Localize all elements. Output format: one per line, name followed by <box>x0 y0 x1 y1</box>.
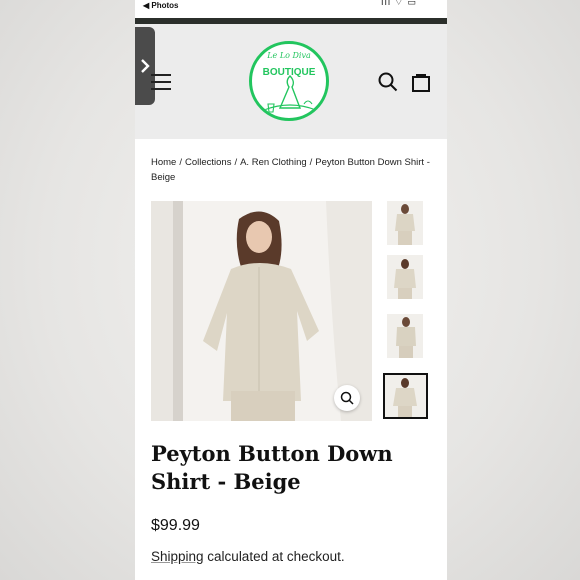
chevron-right-icon <box>141 59 150 73</box>
thumb-photo <box>387 201 423 245</box>
shipping-note: Shipping calculated at checkout. <box>151 549 345 564</box>
logo-script: Le Lo Diva <box>267 51 311 60</box>
cart-bag-icon[interactable] <box>411 72 431 92</box>
thumbnail-4-selected[interactable] <box>383 373 428 419</box>
product-main-image[interactable] <box>151 201 372 421</box>
zoom-button[interactable] <box>334 385 360 411</box>
side-drawer-tab[interactable] <box>135 27 155 105</box>
thumb-photo <box>387 314 423 358</box>
product-price: $99.99 <box>151 517 200 534</box>
phone-screen: ◀ Photos ııl ⌔ ▭ Le Lo Diva BOUTIQUE Hom… <box>135 0 447 580</box>
breadcrumb-home[interactable]: Home <box>151 157 176 168</box>
thumb-photo <box>387 255 423 299</box>
thumb-photo <box>385 375 426 417</box>
status-bar: ◀ Photos ııl ⌔ ▭ <box>135 0 447 18</box>
breadcrumb: Home / Collections / A. Ren Clothing / Peyton … <box>151 157 430 183</box>
menu-icon[interactable] <box>151 74 171 90</box>
site-header: Le Lo Diva BOUTIQUE <box>135 24 447 139</box>
search-icon[interactable] <box>378 72 398 92</box>
breadcrumb-collections[interactable]: Collections <box>185 157 231 168</box>
product-title: Peyton Button Down Shirt - Beige <box>151 441 393 494</box>
thumbnail-1[interactable] <box>387 201 423 245</box>
shipping-text: calculated at checkout. <box>203 549 345 564</box>
shipping-link[interactable]: Shipping <box>151 549 204 564</box>
zoom-icon <box>340 391 354 405</box>
dress-illustration-icon <box>263 75 317 113</box>
signal-indicators: ııl ⌔ ▭ <box>381 0 417 7</box>
store-logo[interactable]: Le Lo Diva BOUTIQUE <box>249 41 329 121</box>
thumbnail-2[interactable] <box>387 255 423 299</box>
breadcrumb-category[interactable]: A. Ren Clothing <box>240 157 307 168</box>
back-to-photos[interactable]: ◀ Photos <box>143 1 178 10</box>
thumbnail-3[interactable] <box>387 314 423 358</box>
